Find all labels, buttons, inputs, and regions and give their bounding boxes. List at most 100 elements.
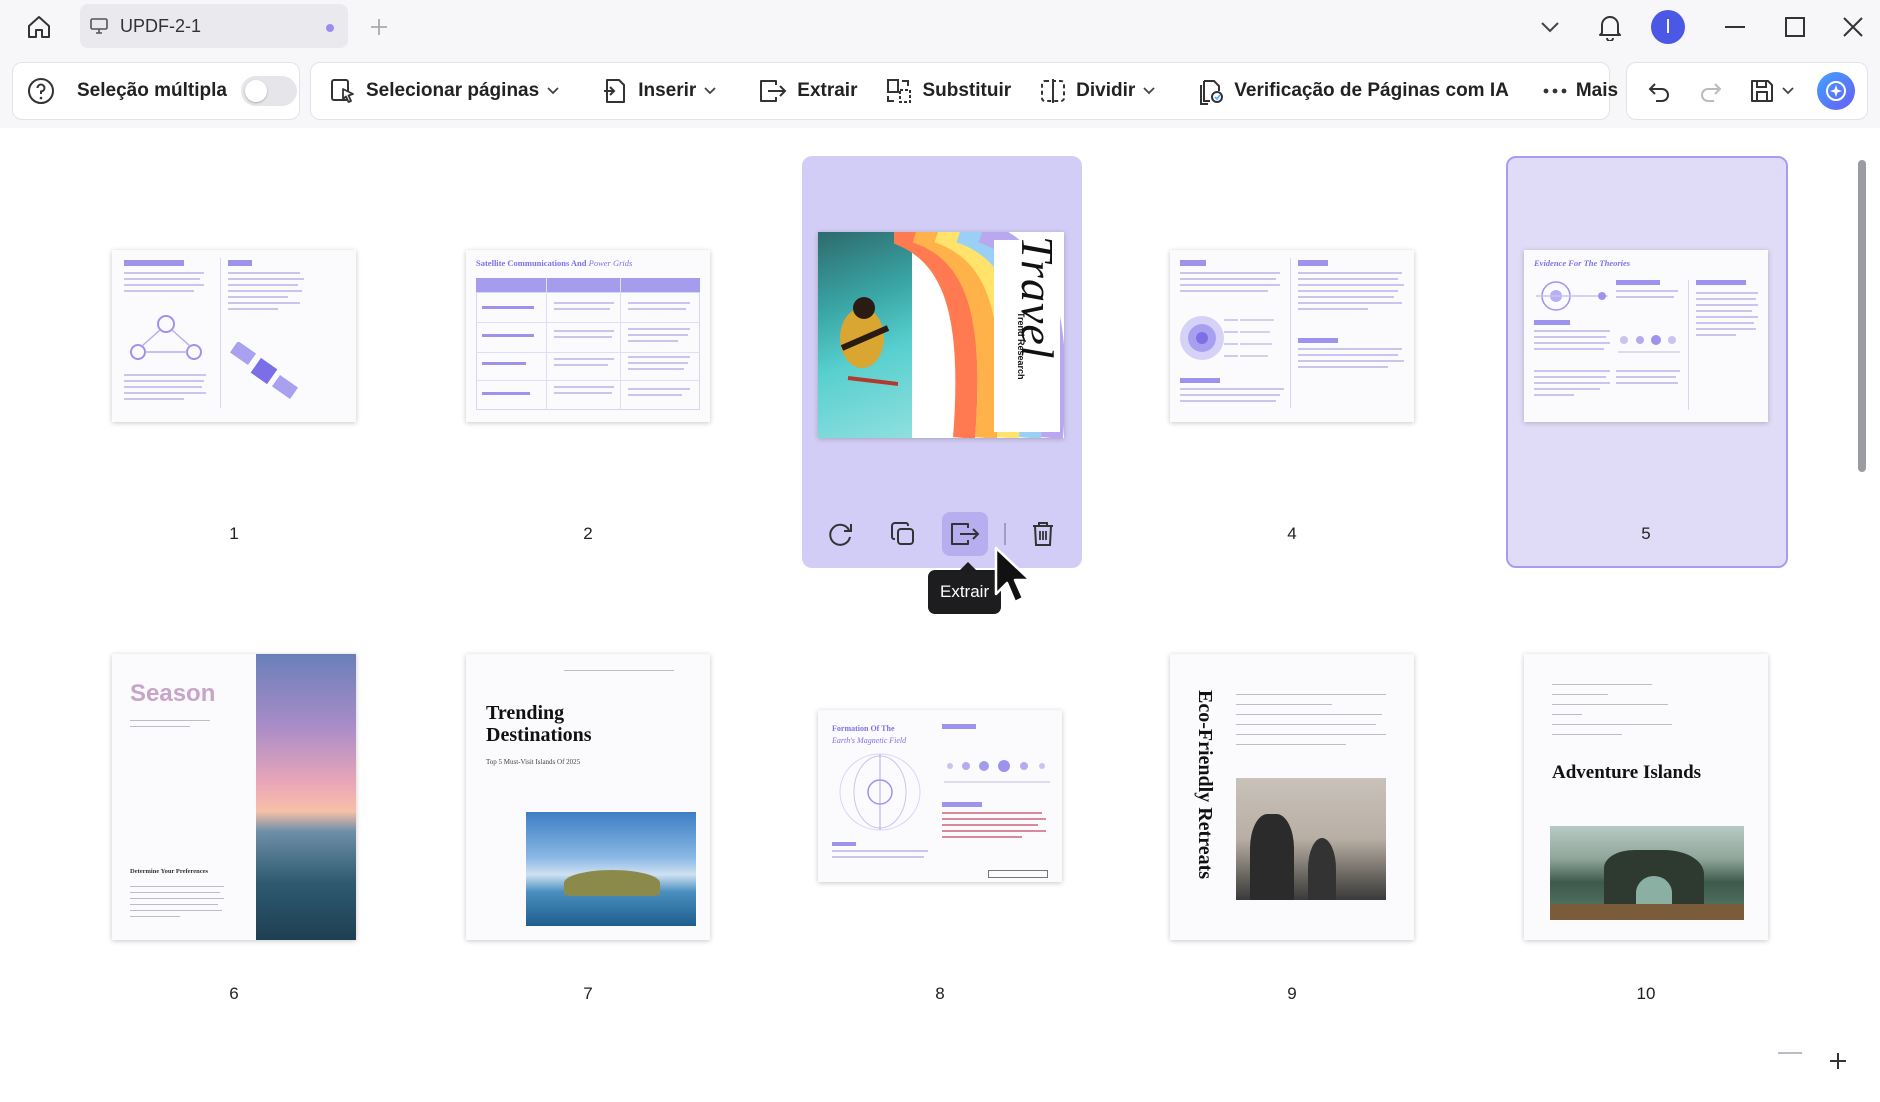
page-thumbnail-8[interactable]: Formation Of The Earth's Magnetic Field bbox=[818, 710, 1062, 882]
text-line bbox=[1534, 342, 1610, 344]
table-cell bbox=[628, 356, 690, 358]
help-button[interactable] bbox=[19, 71, 63, 111]
ai-assistant-button[interactable] bbox=[1817, 72, 1855, 110]
table-cell bbox=[482, 334, 534, 337]
table-cell bbox=[628, 308, 686, 310]
text-line bbox=[1534, 382, 1610, 384]
page-number-4: 4 bbox=[1287, 524, 1297, 543]
duplicate-page-button[interactable] bbox=[880, 512, 926, 556]
separator bbox=[1004, 523, 1006, 545]
rotate-page-button[interactable] bbox=[818, 512, 864, 556]
ai-assistant-icon bbox=[1826, 81, 1846, 101]
text-line bbox=[1552, 704, 1668, 705]
bell-icon bbox=[1599, 16, 1621, 41]
text-line bbox=[124, 272, 204, 274]
text-line bbox=[1236, 724, 1376, 725]
page-thumbnail-2[interactable]: Satellite Communications And Power Grids bbox=[466, 250, 710, 422]
text-line bbox=[124, 290, 194, 292]
new-tab-button[interactable] bbox=[364, 12, 394, 42]
extract-label: Extrair bbox=[797, 80, 858, 101]
page-thumbnail-7[interactable]: Trending Destinations Top 5 Must-Visit I… bbox=[466, 654, 710, 940]
account-button[interactable]: I bbox=[1648, 8, 1688, 46]
text-line bbox=[1298, 302, 1402, 304]
orbit-diagram bbox=[1536, 281, 1608, 311]
multi-select-toggle[interactable] bbox=[240, 76, 297, 106]
undo-button[interactable] bbox=[1637, 71, 1681, 111]
text-line bbox=[1534, 394, 1574, 396]
text-line bbox=[1552, 734, 1622, 735]
tabs-dropdown-button[interactable] bbox=[1532, 8, 1568, 46]
select-pages-button[interactable]: Selecionar páginas bbox=[319, 71, 569, 111]
notifications-button[interactable] bbox=[1590, 8, 1630, 46]
close-window-button[interactable] bbox=[1830, 8, 1876, 46]
page-number-7: 7 bbox=[583, 984, 593, 1003]
ai-page-check-icon bbox=[1200, 80, 1224, 105]
text-line bbox=[1696, 280, 1746, 285]
text-line bbox=[1236, 714, 1382, 715]
text-line bbox=[228, 284, 298, 286]
split-button[interactable]: Dividir bbox=[1029, 71, 1165, 111]
insert-button[interactable]: Inserir bbox=[591, 71, 726, 111]
page-thumbnail-6[interactable]: Season Determine Your Preferences bbox=[112, 654, 356, 940]
text-line bbox=[124, 374, 206, 376]
sea-arch-photo bbox=[1550, 826, 1744, 920]
more-dots-icon bbox=[1543, 88, 1567, 94]
home-button[interactable] bbox=[20, 10, 58, 44]
tab-title: UPDF-2-1 bbox=[120, 15, 202, 36]
text-line bbox=[228, 272, 300, 274]
text-line bbox=[124, 386, 202, 388]
page-thumbnail-3[interactable]: Travel Trend Research bbox=[818, 232, 1064, 438]
page-number-6: 6 bbox=[229, 984, 239, 1003]
page-thumbnail-5[interactable]: Evidence For The Theories bbox=[1524, 250, 1768, 422]
text-line bbox=[1236, 704, 1332, 705]
text-line bbox=[1616, 370, 1680, 372]
table-cell bbox=[554, 386, 614, 388]
document-tab[interactable]: UPDF-2-1 bbox=[80, 4, 348, 48]
vertical-scrollbar[interactable] bbox=[1858, 160, 1866, 472]
text-line bbox=[1696, 322, 1754, 324]
replace-button[interactable]: Substituir bbox=[875, 71, 1021, 111]
text-line bbox=[1534, 348, 1604, 350]
text-line bbox=[228, 260, 252, 266]
save-options-dropdown[interactable] bbox=[1779, 71, 1797, 111]
redo-button[interactable] bbox=[1689, 71, 1733, 111]
page-number-5: 5 bbox=[1641, 524, 1651, 543]
text-line bbox=[1298, 308, 1368, 310]
extract-icon bbox=[951, 523, 980, 545]
text-line bbox=[130, 892, 220, 893]
chevron-down-icon bbox=[547, 87, 559, 95]
more-button[interactable]: Mais bbox=[1533, 71, 1628, 111]
text-line bbox=[832, 856, 924, 858]
page-number-8: 8 bbox=[935, 984, 945, 1003]
page-number-1: 1 bbox=[229, 524, 239, 543]
page-title: Eco-Friendly Retreats bbox=[1194, 690, 1216, 880]
zoom-out-button[interactable] bbox=[1778, 1052, 1802, 1054]
page-heading-italic: Earth's Magnetic Field bbox=[832, 736, 907, 745]
text-line bbox=[124, 380, 204, 382]
ai-page-check-button[interactable]: Verificação de Páginas com IA bbox=[1187, 71, 1519, 111]
text-line bbox=[1616, 382, 1678, 384]
extract-page-button[interactable] bbox=[942, 512, 988, 556]
page-thumbnail-9[interactable]: Eco-Friendly Retreats bbox=[1170, 654, 1414, 940]
page-thumbnail-1[interactable] bbox=[112, 250, 356, 422]
maximize-button[interactable] bbox=[1772, 8, 1818, 46]
table-cell bbox=[554, 364, 608, 366]
extract-tooltip: Extrair bbox=[928, 562, 1002, 614]
extract-button[interactable]: Extrair bbox=[748, 71, 867, 111]
table-cell bbox=[482, 392, 530, 395]
page-thumbnail-4[interactable] bbox=[1170, 250, 1414, 422]
text-line bbox=[1616, 296, 1674, 298]
text-line bbox=[1298, 338, 1338, 343]
text-line bbox=[1552, 684, 1652, 685]
text-line bbox=[1180, 260, 1206, 266]
minimize-button[interactable] bbox=[1712, 8, 1758, 46]
zoom-in-button[interactable] bbox=[1828, 1050, 1848, 1074]
save-button[interactable] bbox=[1745, 71, 1779, 111]
chevron-down-icon bbox=[704, 87, 716, 95]
satellite-graphic bbox=[230, 342, 299, 400]
table-cell bbox=[482, 362, 526, 365]
text-line bbox=[1298, 290, 1398, 292]
text-line bbox=[1534, 376, 1606, 378]
page-thumbnail-10[interactable]: Adventure Islands bbox=[1524, 654, 1768, 940]
text-line bbox=[1298, 296, 1394, 298]
